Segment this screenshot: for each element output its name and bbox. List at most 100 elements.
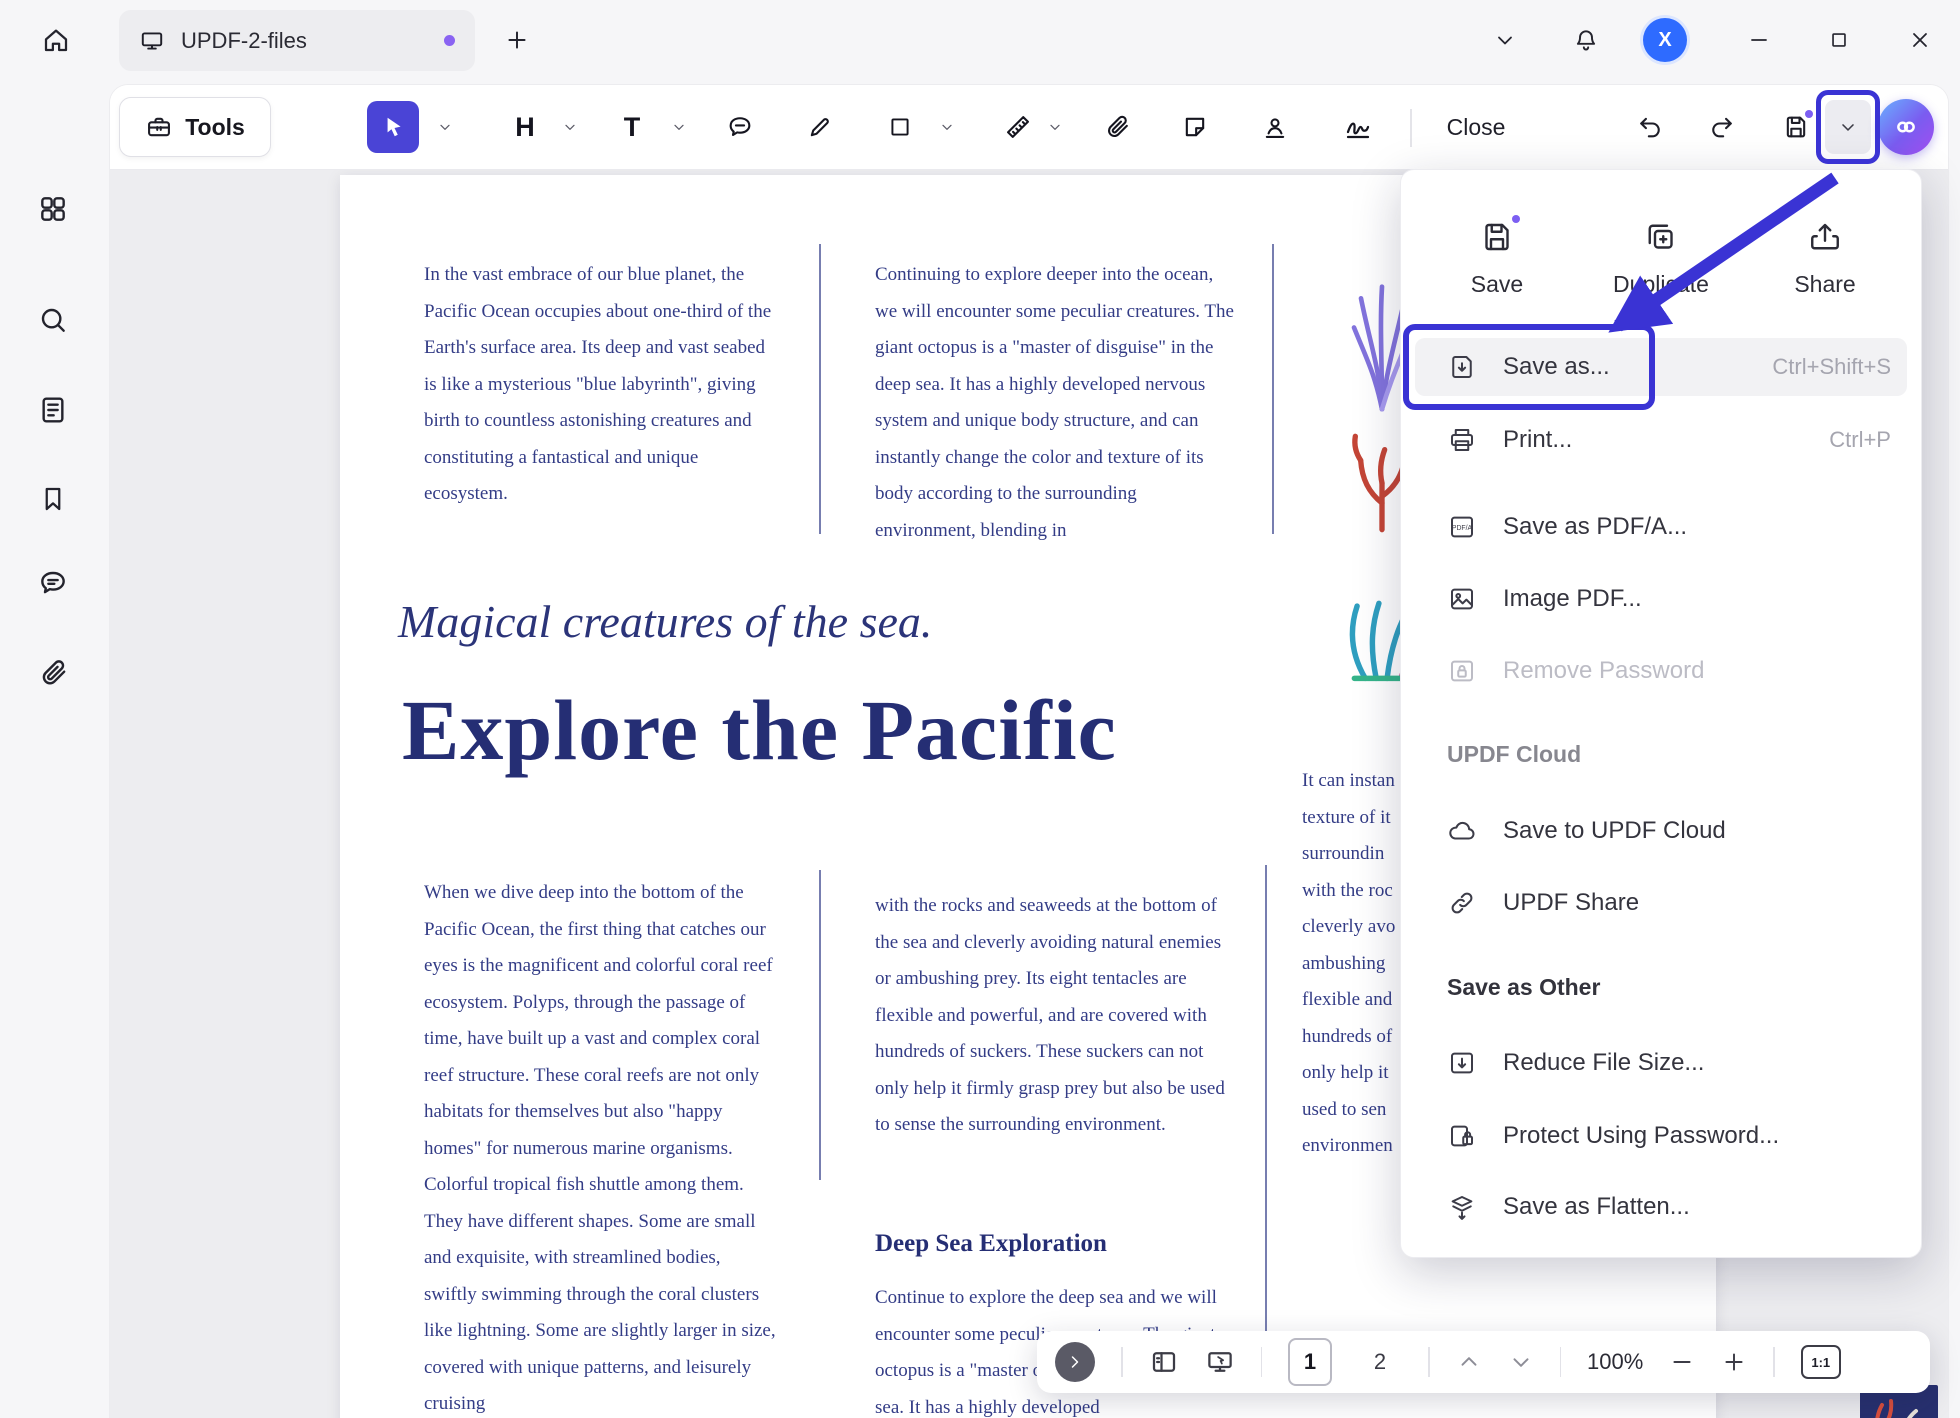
- sidebar-item-panels[interactable]: [25, 181, 81, 237]
- measure-tool-chevron[interactable]: [1045, 117, 1065, 137]
- previous-page-button[interactable]: [1456, 1349, 1482, 1375]
- menu-quick-actions: Save Duplicate Share: [1415, 192, 1907, 324]
- menu-item-save-to-updf-cloud[interactable]: Save to UPDF Cloud: [1415, 802, 1907, 860]
- page-thumbnails-button[interactable]: [1149, 1347, 1179, 1377]
- duplicate-icon: [1643, 219, 1679, 255]
- menu-item-reduce-file-size[interactable]: Reduce File Size...: [1415, 1034, 1907, 1092]
- chevron-down-icon: [1838, 117, 1858, 137]
- cursor-icon: [380, 114, 406, 140]
- close-window-button[interactable]: [1898, 18, 1942, 62]
- minimize-icon: [1747, 28, 1771, 52]
- undo-button[interactable]: [1626, 103, 1674, 151]
- save-as-icon: [1447, 352, 1477, 382]
- menu-item-save-as-pdfa[interactable]: PDF/A Save as PDF/A...: [1415, 498, 1907, 556]
- save-options-chevron-button[interactable]: [1825, 100, 1871, 154]
- collapse-bar-button[interactable]: [1055, 1342, 1095, 1382]
- menu-duplicate-button[interactable]: Duplicate: [1586, 219, 1736, 298]
- actual-size-label: 1:1: [1811, 1355, 1830, 1370]
- compress-file-icon: [1447, 1048, 1477, 1078]
- select-tool-chevron[interactable]: [435, 117, 455, 137]
- menu-item-print[interactable]: Print... Ctrl+P: [1415, 411, 1907, 469]
- printer-icon: [1447, 425, 1477, 455]
- monitor-icon: [139, 28, 165, 54]
- menu-item-remove-password[interactable]: Remove Password: [1415, 642, 1907, 700]
- signature-tool-button[interactable]: [1332, 101, 1384, 153]
- pen-annotate-tool-button[interactable]: [794, 101, 846, 153]
- edit-text-tool-button[interactable]: H: [499, 101, 551, 153]
- sidebar-item-comments[interactable]: [25, 555, 81, 611]
- menu-item-label: Save to UPDF Cloud: [1503, 817, 1726, 845]
- document-subtitle: Magical creatures of the sea.: [398, 595, 932, 648]
- signature-icon: [1343, 112, 1373, 142]
- protect-lock-icon: [1447, 1121, 1477, 1151]
- edit-tool-chevron[interactable]: [560, 117, 580, 137]
- zoom-level: 100%: [1587, 1349, 1643, 1375]
- sidebar-item-attachments[interactable]: [25, 645, 81, 701]
- stamp-tool-button[interactable]: [1249, 101, 1301, 153]
- page-1-button[interactable]: 1: [1288, 1338, 1332, 1386]
- save-unsaved-dot: [1512, 215, 1520, 223]
- edit-text-glyph: H: [515, 112, 535, 143]
- add-text-tool-button[interactable]: T: [606, 101, 658, 153]
- sidebar-item-pen-mode[interactable]: [25, 1411, 85, 1418]
- shape-tool-button[interactable]: [874, 101, 926, 153]
- zoom-out-button[interactable]: [1669, 1349, 1695, 1375]
- close-icon: [1908, 28, 1932, 52]
- comment-icon: [37, 567, 69, 599]
- next-page-button[interactable]: [1508, 1349, 1534, 1375]
- save-button[interactable]: [1772, 103, 1820, 151]
- paragraph-col1-bottom: When we dive deep into the bottom of the…: [424, 875, 776, 1418]
- notifications-button[interactable]: [1564, 18, 1608, 62]
- paragraph-col2-bottom: with the rocks and seaweeds at the botto…: [875, 888, 1235, 1144]
- paragraph-col2-top: Continuing to explore deeper into the oc…: [875, 257, 1235, 549]
- attach-file-tool-button[interactable]: [1091, 101, 1143, 153]
- editor-toolbar: Tools H T: [110, 85, 1948, 170]
- presentation-mode-button[interactable]: [1205, 1347, 1235, 1377]
- account-avatar[interactable]: X: [1643, 18, 1687, 62]
- document-tab[interactable]: UPDF-2-files: [119, 10, 475, 71]
- column-divider: [819, 870, 821, 1180]
- actual-size-button[interactable]: 1:1: [1801, 1345, 1841, 1379]
- bottombar-divider: [1560, 1347, 1562, 1377]
- bottombar-divider: [1773, 1347, 1775, 1377]
- viewer-bottom-toolbar: 1 2 100% 1:1: [1037, 1331, 1930, 1393]
- menu-save-button[interactable]: Save: [1422, 219, 1572, 298]
- menu-item-label: Print...: [1503, 426, 1572, 454]
- redo-button[interactable]: [1698, 103, 1746, 151]
- select-tool-button[interactable]: [367, 101, 419, 153]
- tab-list-button[interactable]: [1483, 18, 1527, 62]
- sidebar-item-thumbnails[interactable]: [25, 382, 81, 438]
- home-button[interactable]: [30, 14, 82, 66]
- sidebar-item-bookmarks[interactable]: [25, 471, 81, 527]
- menu-item-image-pdf[interactable]: Image PDF...: [1415, 570, 1907, 628]
- menu-item-shortcut: Ctrl+Shift+S: [1772, 354, 1891, 380]
- maximize-button[interactable]: [1817, 18, 1861, 62]
- ai-icon: [1891, 112, 1921, 142]
- unsaved-indicator-dot: [444, 35, 455, 46]
- shape-tool-chevron[interactable]: [937, 117, 957, 137]
- thumbnails-icon: [1149, 1347, 1179, 1377]
- page-number: 1: [1304, 1349, 1316, 1375]
- comment-tool-button[interactable]: [714, 101, 766, 153]
- menu-item-save-as-flatten[interactable]: Save as Flatten...: [1415, 1178, 1907, 1236]
- save-icon: [1782, 113, 1810, 141]
- chevron-up-icon: [1456, 1349, 1482, 1375]
- sidebar-item-search[interactable]: [25, 292, 81, 348]
- zoom-in-button[interactable]: [1721, 1349, 1747, 1375]
- page-2-button[interactable]: 2: [1358, 1338, 1402, 1386]
- measure-tool-button[interactable]: [992, 101, 1044, 153]
- menu-item-updf-share[interactable]: UPDF Share: [1415, 874, 1907, 932]
- text-tool-chevron[interactable]: [669, 117, 689, 137]
- close-edit-button[interactable]: Close: [1428, 101, 1524, 153]
- new-tab-button[interactable]: [495, 18, 539, 62]
- ai-assistant-button[interactable]: [1878, 99, 1934, 155]
- menu-item-protect-using-password[interactable]: Protect Using Password...: [1415, 1107, 1907, 1165]
- tools-button[interactable]: Tools: [119, 97, 271, 157]
- menu-section-header-cloud: UPDF Cloud: [1447, 741, 1581, 768]
- menu-share-button[interactable]: Share: [1750, 219, 1900, 298]
- menu-item-label: Remove Password: [1503, 657, 1704, 685]
- paragraph-col1-top: In the vast embrace of our blue planet, …: [424, 257, 776, 513]
- sticker-tool-button[interactable]: [1169, 101, 1221, 153]
- minimize-button[interactable]: [1737, 18, 1781, 62]
- menu-item-save-as[interactable]: Save as... Ctrl+Shift+S: [1415, 338, 1907, 396]
